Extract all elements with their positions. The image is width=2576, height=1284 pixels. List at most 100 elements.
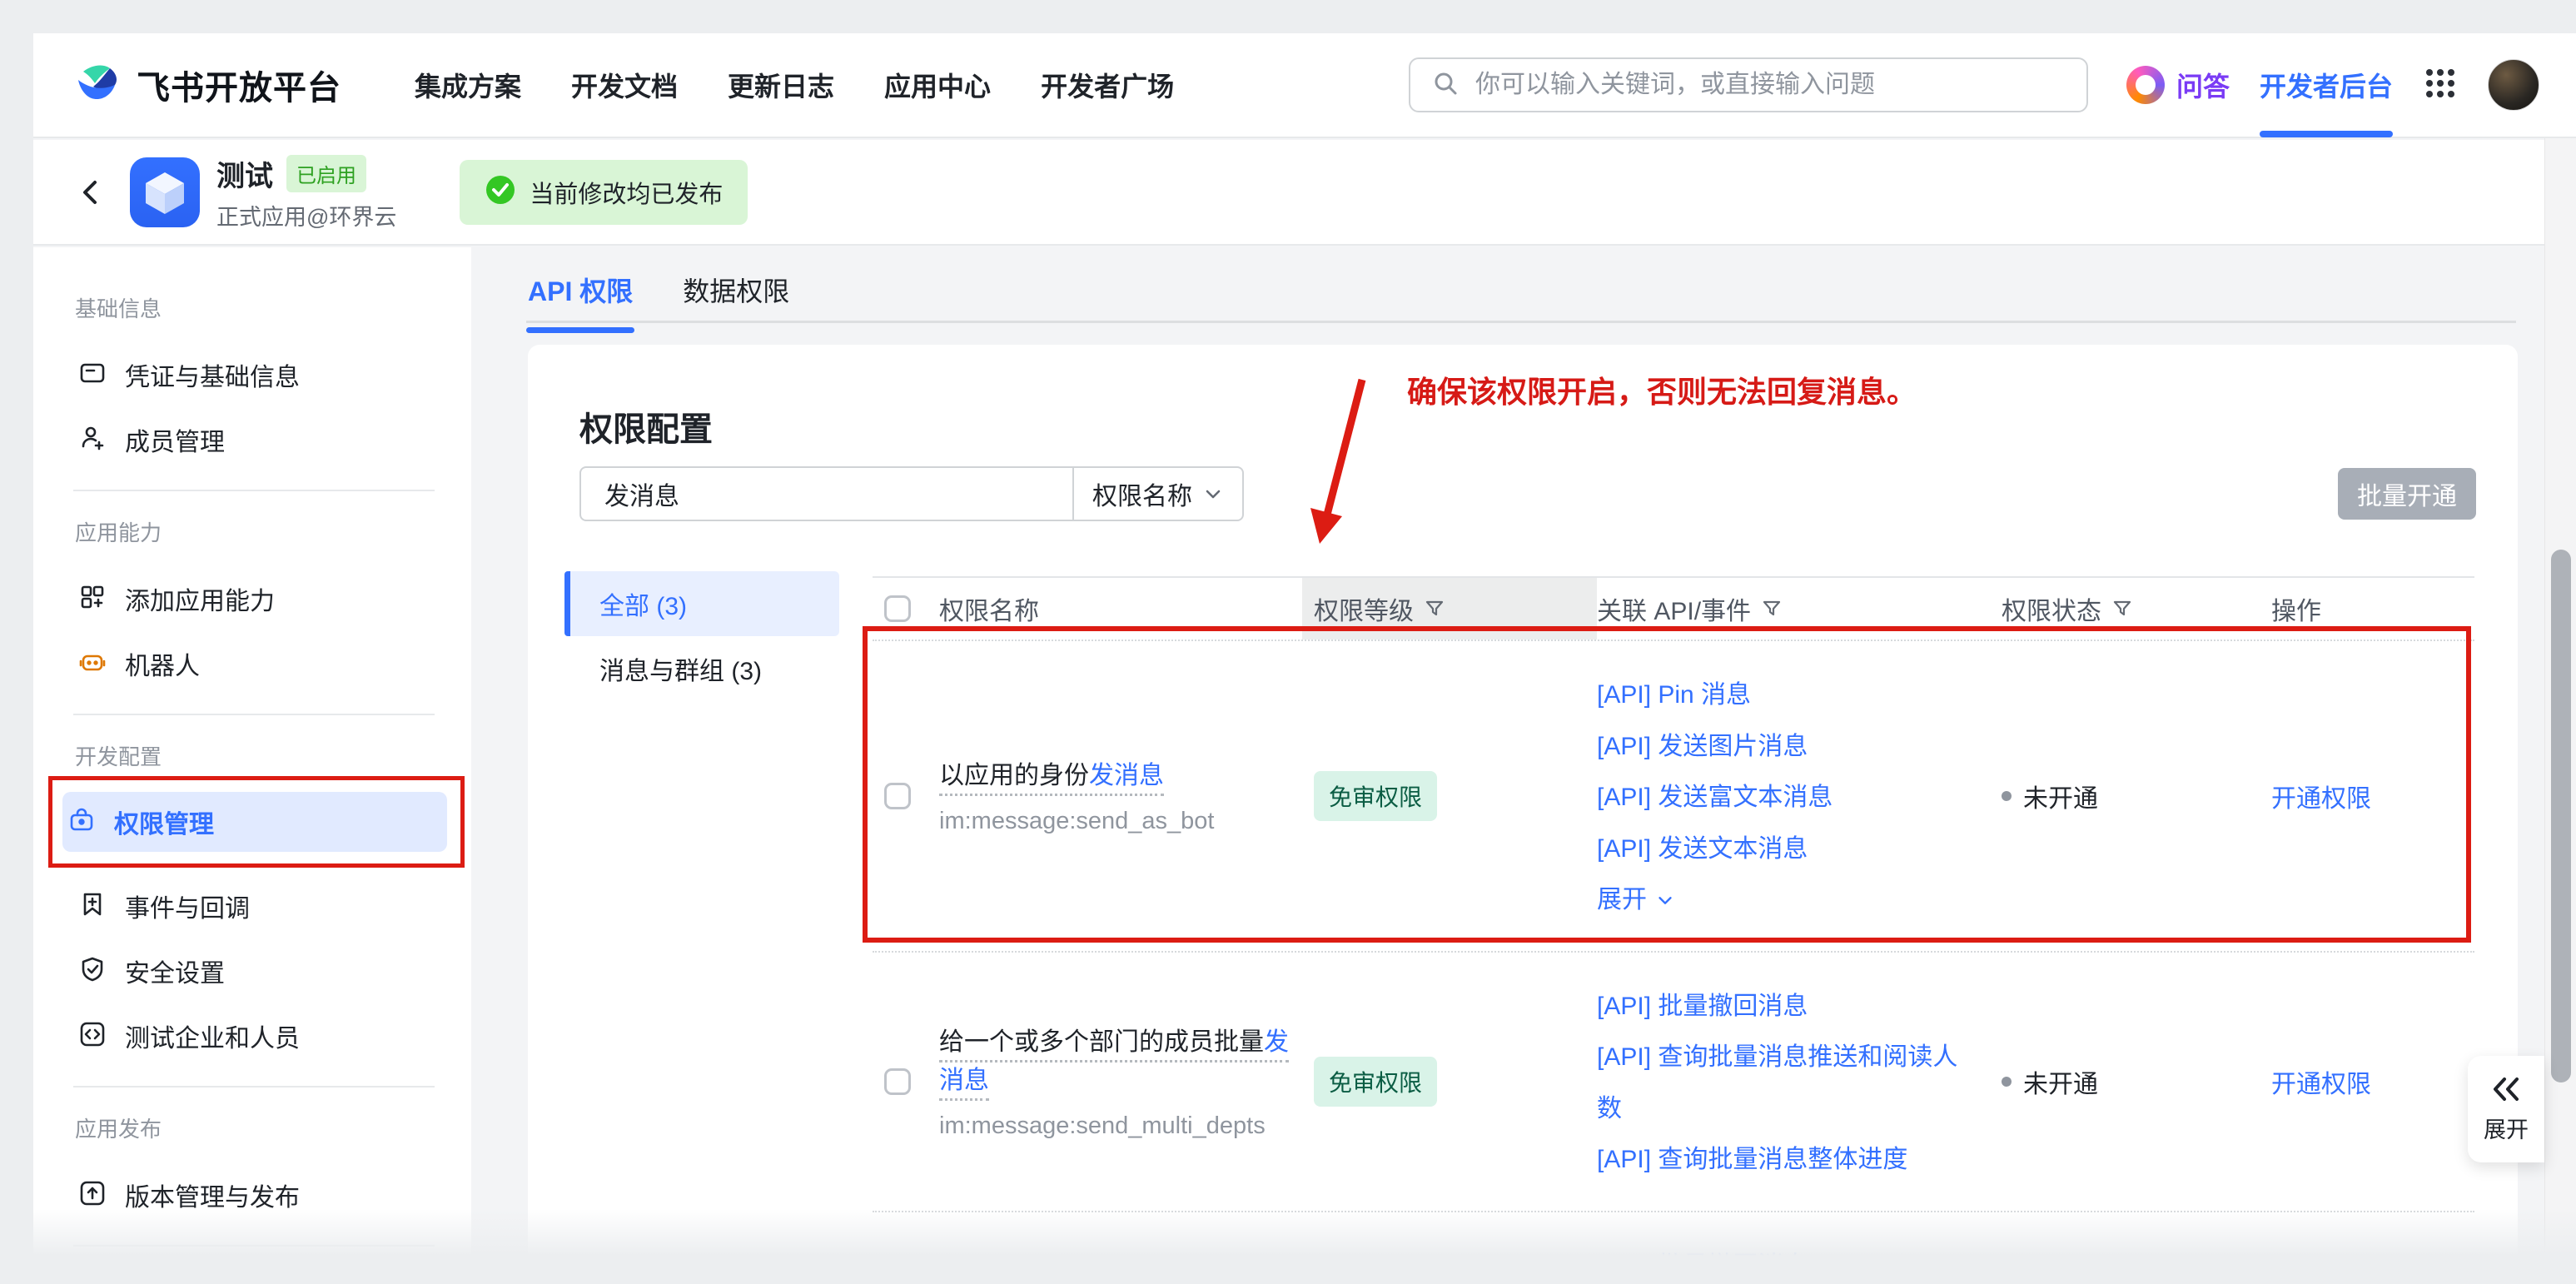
permission-status: 未开通 [2002,778,2098,814]
row-checkbox[interactable] [884,1068,911,1095]
app-subtitle: 正式应用@环界云 [216,199,396,231]
table-row: 以应用的身份发消息 im:message:send_as_bot 免审权限 [A… [873,641,2474,953]
filter-item-all[interactable]: 全部 (3) [564,571,839,636]
permission-config-card: 权限配置 确保该权限开启，否则无法回复消息。 发消息 权限名称 批量开通 全部 … [528,345,2518,1284]
sidebar-item-members[interactable]: 成员管理 [73,410,435,470]
filter-funnel-icon[interactable] [1761,598,1783,620]
active-nav-underline [2260,131,2393,137]
sidebar-section-capabilities: 应用能力 [75,516,435,547]
member-add-icon [78,424,107,456]
api-link[interactable]: [API] 发送富文本消息 [1597,772,1980,824]
sidebar-item-events[interactable]: 事件与回调 [73,876,435,936]
global-search-box[interactable] [1409,57,2088,112]
api-link[interactable]: [API] 查询批量消息推送和阅读人数 [1597,1032,1980,1134]
permission-tabs: API 权限 数据权限 [526,271,791,331]
published-banner-text: 当前修改均已发布 [530,175,723,210]
feishu-logo-icon [75,62,123,109]
chevron-down-icon [1655,890,1675,910]
expand-panel-tab[interactable]: 展开 [2468,1056,2544,1162]
sidebar-divider [73,1086,435,1087]
api-link[interactable]: [API] 发送文本消息 [1597,824,1980,875]
brand[interactable]: 飞书开放平台 [75,61,341,109]
col-permission-status: 权限状态 [2002,578,2271,640]
sidebar-section-monitoring: 运营监控 [75,1272,435,1284]
nav-item-dev-square[interactable]: 开发者广场 [1041,66,1174,104]
sidebar-item-credentials[interactable]: 凭证与基础信息 [73,345,435,405]
nav-item-docs[interactable]: 开发文档 [571,66,678,104]
permission-status: 未开通 [2002,1063,2098,1100]
category-filter-list: 全部 (3) 消息与群组 (3) [564,571,839,701]
api-link[interactable]: [API] 批量撤回消息 [1597,1241,1980,1284]
app-status-badge: 已启用 [286,155,366,192]
permission-search-box[interactable]: 发消息 权限名称 [579,466,1244,521]
tab-data-permissions[interactable]: 数据权限 [681,271,791,331]
nav-links: 集成方案 开发文档 更新日志 应用中心 开发者广场 [415,66,1174,104]
double-chevron-left-icon [2490,1075,2522,1103]
shield-check-icon [78,955,107,988]
col-related-apis: 关联 API/事件 [1597,578,2002,640]
select-all-checkbox[interactable] [884,595,911,622]
sidebar-section-dev-config: 开发配置 [75,740,435,771]
permission-scope: im:message:send_multi_depts [939,1112,1294,1140]
sidebar-divider [73,714,435,715]
credential-card-icon [78,359,107,391]
nav-item-app-center[interactable]: 应用中心 [884,66,991,104]
permissions-table: 权限名称 权限等级 关联 API/事件 权限状态 操作 [873,576,2474,1284]
api-link[interactable]: [API] 发送图片消息 [1597,721,1980,773]
app-header: 测试 已启用 正式应用@环界云 当前修改均已发布 [33,140,2576,246]
filter-funnel-icon[interactable] [2111,598,2133,620]
permission-name-link[interactable]: 以应用的身份发消息 [939,757,1214,796]
sidebar-item-security[interactable]: 安全设置 [73,941,435,1001]
row-checkbox[interactable] [884,783,911,809]
back-button[interactable] [70,172,112,213]
search-icon [1430,68,1460,102]
browser-page: 飞书开放平台 集成方案 开发文档 更新日志 应用中心 开发者广场 [33,33,2576,1284]
status-dot-icon [2002,791,2012,801]
api-link[interactable]: [API] 查询批量消息整体进度 [1597,1134,1980,1186]
permission-search-value[interactable]: 发消息 [581,475,1072,512]
permission-level-tag: 免审权限 [1314,1057,1437,1107]
app-name: 测试 [216,153,273,194]
open-permission-link[interactable]: 开通权限 [2271,1063,2371,1100]
sidebar-item-permissions[interactable]: 权限管理 [62,792,447,852]
nav-item-changelog[interactable]: 更新日志 [728,66,834,104]
app-icon [130,157,200,227]
status-dot-icon [2002,1077,2012,1087]
col-actions: 操作 [2271,578,2474,640]
developer-console-link[interactable]: 开发者后台 [2260,32,2393,137]
open-permission-link[interactable]: 开通权限 [2271,778,2371,814]
sidebar-item-version-release[interactable]: 版本管理与发布 [73,1165,435,1225]
apps-grid-icon[interactable] [2423,66,2458,105]
api-link[interactable]: [API] Pin 消息 [1597,669,1980,721]
sidebar-item-add-capability[interactable]: 添加应用能力 [73,569,435,629]
main-content: API 权限 数据权限 权限配置 确保该权限开启，否则无法回复消息。 发消息 权… [471,247,2576,1284]
filter-funnel-icon[interactable] [1424,598,1445,620]
search-field-select[interactable]: 权限名称 [1072,468,1242,520]
qa-label: 问答 [2176,66,2230,104]
chevron-down-icon [1202,483,1224,505]
batch-open-button[interactable]: 批量开通 [2338,468,2476,520]
tab-api-permissions[interactable]: API 权限 [526,271,634,331]
nav-item-integrations[interactable]: 集成方案 [415,66,521,104]
robot-icon [78,648,107,680]
permission-name-link[interactable]: 给一个或多个部门的成员批量发消息 [939,1023,1294,1101]
filter-item-im[interactable]: 消息与群组 (3) [564,636,839,701]
sidebar: 基础信息 凭证与基础信息 成员管理 应用能力 [33,247,471,1284]
sidebar-item-test-org[interactable]: 测试企业和人员 [73,1006,435,1066]
expand-apis-link[interactable]: 展开 [1597,874,1980,926]
user-avatar[interactable] [2488,59,2539,111]
app-meta: 测试 已启用 正式应用@环界云 [216,153,396,231]
qa-link[interactable]: 问答 [2126,66,2230,104]
red-annotation-arrow [1307,371,1382,555]
table-row: 给一个或多个部门的成员批量发消息 im:message:send_multi_d… [873,953,2474,1212]
sidebar-item-bot[interactable]: 机器人 [73,634,435,694]
table-row: 给多个用户批量发消息 免审权限 [API] 批量撤回消息 [API] 查询批量消… [873,1212,2474,1284]
api-link[interactable]: [API] 批量撤回消息 [1597,981,1980,1033]
scrollbar-thumb[interactable] [2551,550,2571,1082]
permission-level-tag: 免审权限 [1314,771,1437,821]
expand-label: 展开 [2484,1112,2529,1144]
tabs-baseline [526,321,2516,323]
search-input[interactable] [1474,70,2066,100]
card-title: 权限配置 [579,402,713,450]
col-permission-name: 权限名称 [939,578,1314,640]
